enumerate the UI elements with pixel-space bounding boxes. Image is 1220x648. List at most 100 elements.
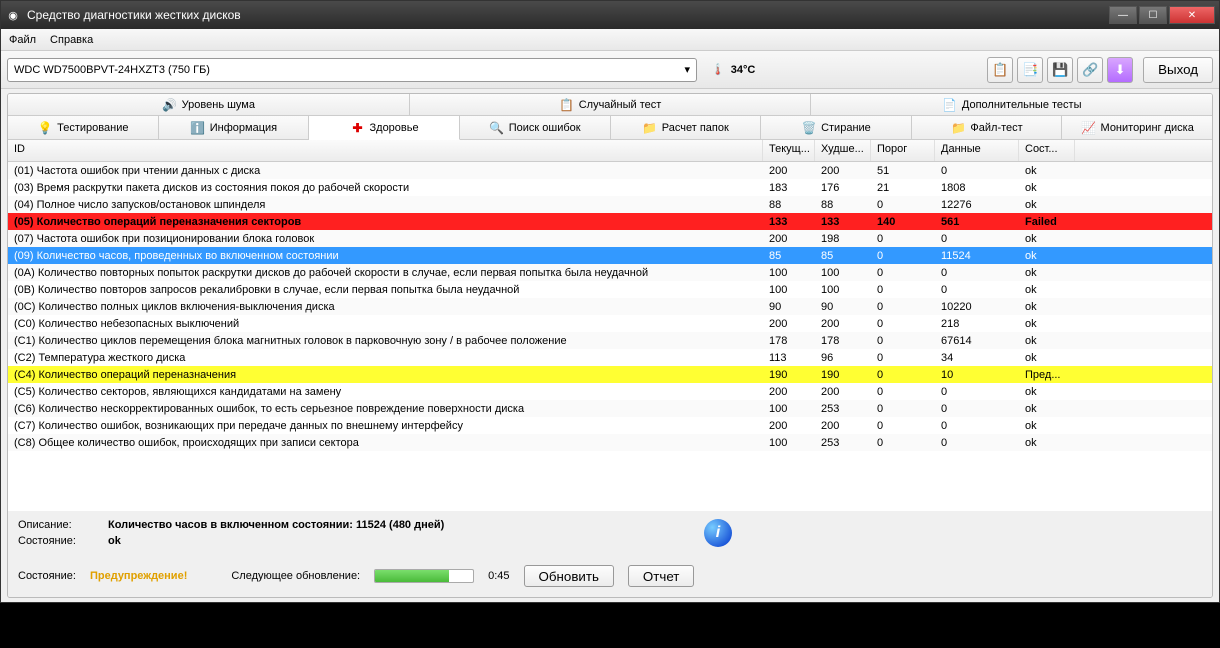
lower-tab-2[interactable]: ✚Здоровье bbox=[309, 116, 460, 140]
upper-tab-0[interactable]: 🔊Уровень шума bbox=[8, 94, 410, 115]
table-row[interactable]: (C7) Количество ошибок, возникающих при … bbox=[8, 417, 1212, 434]
cell-id: (C2) Температура жесткого диска bbox=[8, 352, 763, 364]
table-row[interactable]: (07) Частота ошибок при позиционировании… bbox=[8, 230, 1212, 247]
copy-icon[interactable]: 📋 bbox=[987, 57, 1013, 83]
refresh-button[interactable]: Обновить bbox=[524, 565, 614, 587]
cell-worst: 100 bbox=[815, 267, 871, 279]
maximize-button[interactable]: ☐ bbox=[1139, 6, 1167, 24]
next-update-label: Следующее обновление: bbox=[231, 570, 360, 582]
col-current[interactable]: Текущ... bbox=[763, 140, 815, 161]
table-row[interactable]: (05) Количество операций переназначения … bbox=[8, 213, 1212, 230]
cell-current: 133 bbox=[763, 216, 815, 228]
upper-tab-2[interactable]: 📄Дополнительные тесты bbox=[811, 94, 1212, 115]
cell-status: Failed bbox=[1019, 216, 1075, 228]
lower-tab-3[interactable]: 🔍Поиск ошибок bbox=[460, 116, 611, 139]
upper-tabs: 🔊Уровень шума📋Случайный тест📄Дополнитель… bbox=[8, 94, 1212, 116]
lower-tab-6[interactable]: 📁 Файл-тест bbox=[912, 116, 1063, 139]
table-row[interactable]: (0A) Количество повторных попыток раскру… bbox=[8, 264, 1212, 281]
table-row[interactable]: (04) Полное число запусков/остановок шпи… bbox=[8, 196, 1212, 213]
download-icon[interactable]: ⬇ bbox=[1107, 57, 1133, 83]
disk-selector[interactable]: WDC WD7500BPVT-24HXZT3 (750 ГБ) ▾ bbox=[7, 58, 697, 82]
cell-status: ok bbox=[1019, 165, 1075, 177]
tab-icon: 💡 bbox=[37, 120, 53, 136]
titlebar: ◉ Средство диагностики жестких дисков — … bbox=[1, 1, 1219, 29]
save-icon[interactable]: 💾 bbox=[1047, 57, 1073, 83]
lower-tab-4[interactable]: 📁Расчет папок bbox=[611, 116, 762, 139]
tab-label: Файл-тест bbox=[970, 122, 1022, 134]
cell-threshold: 0 bbox=[871, 386, 935, 398]
cell-data: 1808 bbox=[935, 182, 1019, 194]
table-row[interactable]: (0C) Количество полных циклов включения-… bbox=[8, 298, 1212, 315]
chevron-down-icon: ▾ bbox=[684, 63, 690, 76]
cell-data: 0 bbox=[935, 403, 1019, 415]
cell-worst: 198 bbox=[815, 233, 871, 245]
table-row[interactable]: (C1) Количество циклов перемещения блока… bbox=[8, 332, 1212, 349]
cell-threshold: 21 bbox=[871, 182, 935, 194]
table-row[interactable]: (C5) Количество секторов, являющихся кан… bbox=[8, 383, 1212, 400]
table-row[interactable]: (C2) Температура жесткого диска11396034o… bbox=[8, 349, 1212, 366]
cell-data: 0 bbox=[935, 233, 1019, 245]
menu-file[interactable]: Файл bbox=[9, 34, 36, 46]
lower-tab-1[interactable]: ℹ️Информация bbox=[159, 116, 310, 139]
cell-worst: 253 bbox=[815, 437, 871, 449]
toolbar-actions: 📋 📑 💾 🔗 ⬇ Выход bbox=[987, 57, 1213, 83]
cell-current: 200 bbox=[763, 318, 815, 330]
cell-data: 0 bbox=[935, 165, 1019, 177]
copy-all-icon[interactable]: 📑 bbox=[1017, 57, 1043, 83]
cell-current: 200 bbox=[763, 165, 815, 177]
col-id[interactable]: ID bbox=[8, 140, 763, 161]
table-row[interactable]: (03) Время раскрутки пакета дисков из со… bbox=[8, 179, 1212, 196]
table-row[interactable]: (01) Частота ошибок при чтении данных с … bbox=[8, 162, 1212, 179]
cell-worst: 200 bbox=[815, 165, 871, 177]
footer-panel: Описание: Количество часов в включенном … bbox=[8, 511, 1212, 597]
upper-tab-1[interactable]: 📋Случайный тест bbox=[410, 94, 812, 115]
cell-status: ok bbox=[1019, 284, 1075, 296]
cell-threshold: 0 bbox=[871, 403, 935, 415]
cell-id: (03) Время раскрутки пакета дисков из со… bbox=[8, 182, 763, 194]
cell-worst: 90 bbox=[815, 301, 871, 313]
cell-threshold: 0 bbox=[871, 352, 935, 364]
cell-id: (0C) Количество полных циклов включения-… bbox=[8, 301, 763, 313]
lower-tab-7[interactable]: 📈Мониторинг диска bbox=[1062, 116, 1212, 139]
table-row[interactable]: (C4) Количество операций переназначения1… bbox=[8, 366, 1212, 383]
link-icon[interactable]: 🔗 bbox=[1077, 57, 1103, 83]
exit-button[interactable]: Выход bbox=[1143, 57, 1213, 83]
tab-icon: 📁 bbox=[950, 120, 966, 136]
table-row[interactable]: (C0) Количество небезопасных выключений2… bbox=[8, 315, 1212, 332]
lower-tab-0[interactable]: 💡Тестирование bbox=[8, 116, 159, 139]
cell-worst: 200 bbox=[815, 318, 871, 330]
cell-current: 100 bbox=[763, 437, 815, 449]
cell-status: ok bbox=[1019, 182, 1075, 194]
cell-id: (07) Частота ошибок при позиционировании… bbox=[8, 233, 763, 245]
temperature-value: 34°C bbox=[731, 64, 756, 76]
cell-data: 0 bbox=[935, 420, 1019, 432]
cell-id: (C7) Количество ошибок, возникающих при … bbox=[8, 420, 763, 432]
col-threshold[interactable]: Порог bbox=[871, 140, 935, 161]
menu-help[interactable]: Справка bbox=[50, 34, 93, 46]
overall-state-label: Состояние: bbox=[18, 570, 76, 582]
cell-threshold: 0 bbox=[871, 199, 935, 211]
tab-label: Информация bbox=[210, 122, 277, 134]
table-row[interactable]: (09) Количество часов, проведенных во вк… bbox=[8, 247, 1212, 264]
cell-data: 561 bbox=[935, 216, 1019, 228]
cell-data: 0 bbox=[935, 437, 1019, 449]
table-header: ID Текущ... Худше... Порог Данные Сост..… bbox=[8, 140, 1212, 162]
cell-current: 88 bbox=[763, 199, 815, 211]
col-status[interactable]: Сост... bbox=[1019, 140, 1075, 161]
info-icon[interactable]: i bbox=[704, 519, 732, 547]
cell-worst: 100 bbox=[815, 284, 871, 296]
table-row[interactable]: (0B) Количество повторов запросов рекали… bbox=[8, 281, 1212, 298]
cell-worst: 253 bbox=[815, 403, 871, 415]
col-data[interactable]: Данные bbox=[935, 140, 1019, 161]
col-worst[interactable]: Худше... bbox=[815, 140, 871, 161]
table-row[interactable]: (C6) Количество нескорректированных ошиб… bbox=[8, 400, 1212, 417]
app-icon: ◉ bbox=[5, 7, 21, 23]
report-button[interactable]: Отчет bbox=[628, 565, 695, 587]
lower-tab-5[interactable]: 🗑️Стирание bbox=[761, 116, 912, 139]
close-button[interactable]: ✕ bbox=[1169, 6, 1215, 24]
cell-id: (C6) Количество нескорректированных ошиб… bbox=[8, 403, 763, 415]
cell-status: ok bbox=[1019, 267, 1075, 279]
minimize-button[interactable]: — bbox=[1109, 6, 1137, 24]
tab-label: Уровень шума bbox=[182, 99, 255, 111]
table-row[interactable]: (C8) Общее количество ошибок, происходящ… bbox=[8, 434, 1212, 451]
